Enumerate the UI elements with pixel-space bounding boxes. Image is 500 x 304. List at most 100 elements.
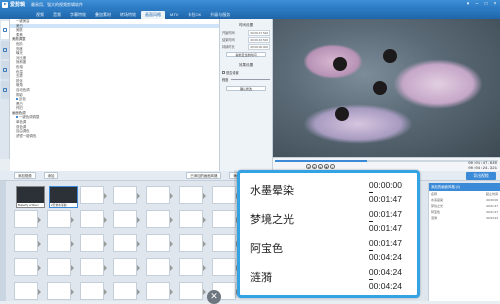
- slider-track[interactable]: [231, 79, 270, 80]
- player-controls: ◂ ▸ ▸ ■ ♪: [306, 164, 335, 169]
- play-icon[interactable]: ▸: [312, 164, 317, 169]
- timeline-slot[interactable]: [179, 282, 206, 300]
- degree-slider[interactable]: 程度: [222, 77, 270, 82]
- timeline-slot[interactable]: [212, 234, 239, 252]
- timeline-slot[interactable]: [146, 210, 173, 228]
- timeline-slot[interactable]: [146, 234, 173, 252]
- brush-icon: [3, 48, 7, 52]
- tab-2[interactable]: 字幕特效: [66, 11, 90, 19]
- arrow-icon: [203, 265, 206, 271]
- video-preview[interactable]: [273, 19, 500, 157]
- timeline-slot[interactable]: [80, 258, 107, 276]
- stop-icon[interactable]: ■: [324, 164, 329, 169]
- end-time: 00:01:47: [368, 221, 402, 233]
- tab-0[interactable]: 视频: [32, 11, 48, 19]
- star-icon: [3, 88, 7, 92]
- adjust-icon: [3, 68, 7, 72]
- arrow-icon: [104, 217, 107, 223]
- panel-row[interactable]: 涟漪 00:04:24: [429, 215, 500, 221]
- timeline-slot[interactable]: [113, 282, 140, 300]
- timeline-slot[interactable]: [47, 282, 74, 300]
- timeline-slot[interactable]: [212, 258, 239, 276]
- minimize-icon[interactable]: –: [474, 1, 480, 7]
- time-value-field[interactable]: 00:00:46.526: [248, 37, 270, 43]
- timeline-slot[interactable]: [146, 186, 173, 204]
- effect-settings-heading: 效果设置: [238, 63, 254, 67]
- timeline-slot[interactable]: [14, 258, 41, 276]
- timeline-slot[interactable]: [47, 234, 74, 252]
- effect-category-button-1[interactable]: [1, 21, 9, 39]
- tab-1[interactable]: 音频: [49, 11, 65, 19]
- export-video-button[interactable]: 导出视频: [466, 172, 496, 180]
- time-settings-heading: 时间设置: [238, 23, 254, 27]
- timeline-slot[interactable]: [146, 258, 173, 276]
- applied-effects-button[interactable]: 已添加的画面风格: [186, 172, 222, 179]
- arrow-icon: [38, 217, 41, 223]
- enable-checkbox[interactable]: 是否设置: [222, 70, 270, 75]
- timeline-slot[interactable]: [179, 234, 206, 252]
- effect-category-button-3[interactable]: [1, 61, 9, 79]
- timeline-slot[interactable]: [113, 234, 140, 252]
- time-setting-row: 持续时长 00:00:00.000: [222, 44, 270, 50]
- tab-5[interactable]: 画面风格: [141, 11, 165, 19]
- time-value-field[interactable]: 00:00:00.000: [248, 44, 270, 50]
- timeline-slot[interactable]: [179, 210, 206, 228]
- tab-4[interactable]: 转场特效: [116, 11, 140, 19]
- main-tabs: 视频 音频 字幕特效 叠加素材 转场特效 画面风格 MTV 卡拉OK 升级与服务: [0, 9, 500, 19]
- arrow-icon: [170, 265, 173, 271]
- effect-name: 涟漪: [250, 271, 272, 284]
- timeline-slot[interactable]: [14, 282, 41, 300]
- effect-name: 梦境之光: [250, 213, 294, 226]
- preview-frame: [273, 19, 500, 157]
- add-video-button[interactable]: 添加视频: [14, 172, 36, 179]
- end-time: 00:04:24: [368, 279, 402, 291]
- arrow-icon: [71, 289, 74, 295]
- timeline-slot[interactable]: [212, 210, 239, 228]
- timeline-slot[interactable]: [113, 210, 140, 228]
- clip-2[interactable]: 2天堂水墨韵: [49, 186, 78, 208]
- tab-6[interactable]: MTV: [166, 11, 182, 19]
- effect-category-button-4[interactable]: [1, 81, 9, 99]
- confirm-edit-button[interactable]: 确认修改: [226, 86, 266, 91]
- arrow-icon: [71, 241, 74, 247]
- tab-3[interactable]: 叠加素材: [91, 11, 115, 19]
- seek-bar[interactable]: [275, 160, 498, 162]
- close-icon[interactable]: ×: [492, 1, 498, 7]
- volume-icon[interactable]: ♪: [330, 164, 335, 169]
- filter-icon: [3, 28, 7, 32]
- timeline-slot[interactable]: [80, 186, 107, 204]
- window-controls: ▾ – □ ×: [465, 1, 498, 7]
- arrow-icon: [137, 289, 140, 295]
- arrow-icon: [38, 241, 41, 247]
- timeline-slot[interactable]: [113, 258, 140, 276]
- timeline-slot[interactable]: [14, 210, 41, 228]
- clip-1[interactable]: Butterfly of River: [16, 186, 45, 208]
- effect-category-button-2[interactable]: [1, 41, 9, 59]
- effect-item[interactable]: 滤镜一键调色: [10, 134, 219, 139]
- next-icon[interactable]: ▸: [318, 164, 323, 169]
- tab-7[interactable]: 卡拉OK: [183, 11, 205, 19]
- timeline-slot[interactable]: [113, 186, 140, 204]
- timeline-slot[interactable]: [14, 234, 41, 252]
- use-current-time-button[interactable]: 提前至当前时间: [226, 52, 266, 57]
- app-tagline: 最易用、强大的视频剪辑软件: [31, 1, 84, 7]
- skin-icon[interactable]: ▾: [465, 1, 471, 7]
- effect-list: 一键美容 美白 美肤 柔焦 美颜调整 色阶 亮度 曝光 对比度 饱和度 色相 色温 去雾 锐化 暗角 自动色调…: [10, 19, 220, 171]
- timeline-slot[interactable]: [47, 210, 74, 228]
- zoom-row: 阿宝色 00:01:47 00:04:24: [250, 235, 410, 264]
- timeline-slot[interactable]: [80, 234, 107, 252]
- timeline-side-bar: [0, 181, 6, 301]
- close-zoom-button[interactable]: ✕: [207, 290, 221, 304]
- timeline-slot[interactable]: [146, 282, 173, 300]
- timeline-slot[interactable]: [179, 186, 206, 204]
- add-audio-button[interactable]: 添加: [43, 172, 59, 179]
- timeline-slot[interactable]: [47, 258, 74, 276]
- timeline-slot[interactable]: [179, 258, 206, 276]
- timeline-slot[interactable]: [212, 186, 239, 204]
- tab-8[interactable]: 升级与服务: [206, 11, 234, 19]
- time-value-field[interactable]: 00:00:47.526: [248, 30, 270, 36]
- prev-icon[interactable]: ◂: [306, 164, 311, 169]
- maximize-icon[interactable]: □: [483, 1, 489, 7]
- timeline-slot[interactable]: [80, 282, 107, 300]
- timeline-slot[interactable]: [80, 210, 107, 228]
